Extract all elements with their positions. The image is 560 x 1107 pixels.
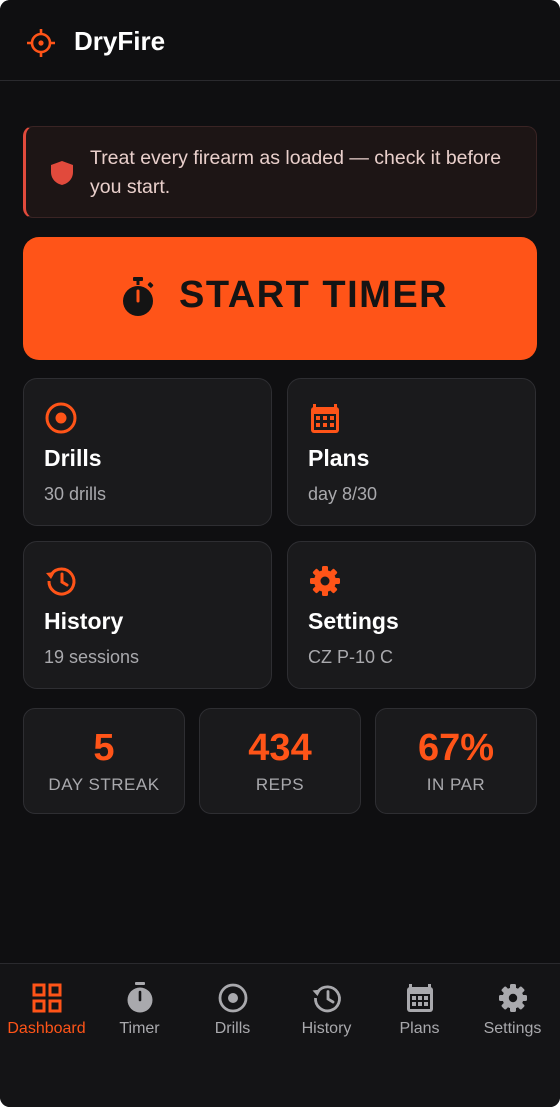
start-timer-label: START TIMER [179, 274, 449, 316]
nav-item-label: Settings [483, 1020, 542, 1037]
stat-label: DAY STREAK [48, 775, 160, 794]
history-card-subtitle: 19 sessions [44, 647, 140, 667]
drills-card-title: Drills [44, 445, 102, 471]
target-icon [45, 402, 77, 434]
nav-item-timer[interactable]: Timer [93, 964, 186, 1054]
safety-alert-message: Treat every firearm as loaded — check it… [90, 147, 502, 198]
target-icon [218, 983, 248, 1013]
calendar-icon [311, 404, 339, 433]
stat-value: 434 [248, 727, 312, 769]
calendar-icon [407, 984, 433, 1012]
start-timer-button[interactable]: START TIMER [23, 237, 537, 360]
drills-card-subtitle: 30 drills [44, 484, 107, 504]
stat-reps: 434 REPS [199, 708, 361, 814]
safety-alert: Treat every firearm as loaded — check it… [23, 126, 537, 218]
plans-card-title: Plans [308, 445, 370, 471]
bottom-nav: Dashboard Timer Drills History Plans Set… [0, 963, 560, 1107]
settings-card-subtitle: CZ P-10 C [308, 647, 394, 667]
grid-icon [32, 983, 62, 1013]
stat-value: 5 [93, 727, 115, 769]
app-title: DryFire [74, 26, 166, 56]
history-icon [46, 567, 76, 596]
nav-item-drills[interactable]: Drills [186, 964, 279, 1054]
plans-card-subtitle: day 8/30 [308, 484, 378, 504]
history-card[interactable]: History 19 sessions [23, 541, 272, 689]
history-card-title: History [44, 608, 124, 634]
nav-item-settings[interactable]: Settings [466, 964, 559, 1054]
stat-label: IN PAR [426, 775, 486, 794]
nav-item-plans[interactable]: Plans [373, 964, 466, 1054]
drills-card[interactable]: Drills 30 drills [23, 378, 272, 526]
nav-item-history[interactable]: History [280, 964, 373, 1054]
stat-label: REPS [255, 775, 305, 794]
stat-day-streak: 5 DAY STREAK [23, 708, 185, 814]
stopwatch-icon [127, 982, 153, 1013]
stat-in-par: 67% IN PAR [375, 708, 537, 814]
settings-card-title: Settings [308, 608, 399, 634]
app-bar: DryFire [0, 0, 560, 81]
stopwatch-icon [123, 277, 154, 316]
crosshair-icon [27, 29, 55, 57]
shield-icon [51, 161, 73, 185]
stat-value: 67% [417, 727, 495, 769]
app-screen: DryFire Treat every firearm as loaded — … [0, 0, 560, 1107]
settings-card[interactable]: Settings CZ P-10 C [287, 541, 536, 689]
gear-icon [310, 566, 340, 596]
nav-item-dashboard[interactable]: Dashboard [0, 964, 93, 1054]
plans-card[interactable]: Plans day 8/30 [287, 378, 536, 526]
history-icon [312, 985, 341, 1013]
gear-icon [499, 984, 527, 1012]
